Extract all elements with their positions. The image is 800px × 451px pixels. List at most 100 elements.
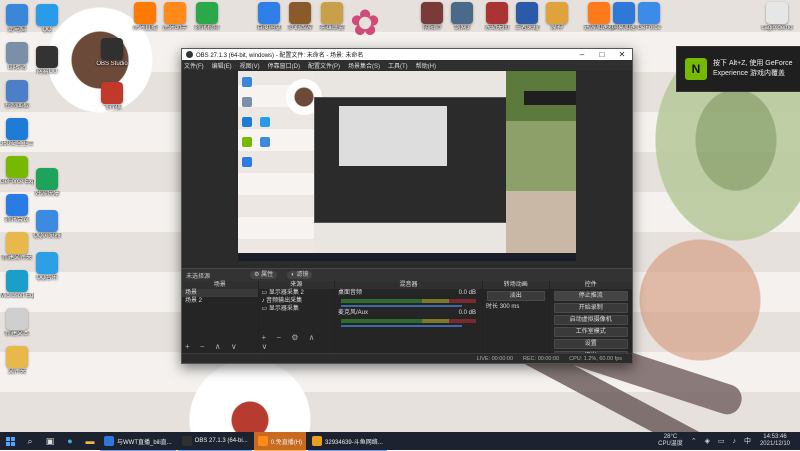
control-button[interactable]: 设置 <box>553 339 629 349</box>
scenes-header: 场景 <box>182 281 258 289</box>
desktop-shortcut[interactable]: 梦幻西游 <box>283 2 317 32</box>
desktop-shortcut[interactable]: 360安全卫士 <box>0 118 34 148</box>
control-button[interactable]: 开始录制 <box>553 303 629 313</box>
shortcut-label: 虎牙直播 <box>132 25 157 31</box>
desktop-shortcut[interactable]: 腾讯视频 <box>190 2 224 32</box>
source-tools[interactable]: + − ⚙ ∧ ∨ <box>262 333 335 351</box>
taskbar-app[interactable]: 32934639-斗鱼网络... <box>308 432 387 451</box>
shield-icon <box>6 118 28 140</box>
desktop-shortcut[interactable]: 英雄联盟 <box>315 2 349 32</box>
desktop-shortcut[interactable]: 控制面板 <box>0 80 34 110</box>
desktop-shortcut[interactable]: 腾讯会议 <box>0 194 34 224</box>
menu-item[interactable]: 工具(T) <box>388 61 408 70</box>
source-item[interactable]: ▭ 显示器采集 2 <box>259 289 335 297</box>
desktop-shortcut[interactable]: 好游快爆 <box>30 168 64 198</box>
geforce-overlay-notification[interactable]: N 按下 Alt+Z, 使用 GeForce Experience 游戏内覆盖 <box>676 46 800 92</box>
transition-select[interactable]: 淡出 <box>487 291 545 301</box>
huya-icon <box>134 2 156 24</box>
shortcut-label: 控制面板 <box>4 103 29 109</box>
window-title: OBS 27.1.3 (64-bit, windows) - 配置文件: 未命名… <box>196 53 364 59</box>
desktop-shortcut[interactable]: 新建文本 <box>0 308 34 338</box>
tray-icons[interactable]: ⌃ ◈ ▭ ♪ 中 <box>691 436 754 446</box>
desktop-shortcut[interactable]: 飞行棋 <box>95 82 129 112</box>
desktop-shortcut[interactable]: QQ <box>30 4 64 34</box>
control-button[interactable]: 工作室模式 <box>553 327 629 337</box>
controls-dock: 控件 停止推流开始录制启动虚拟摄像机工作室模式设置退出 <box>549 281 633 361</box>
volume-slider[interactable] <box>341 325 463 327</box>
menu-item[interactable]: 视图(V) <box>240 61 260 70</box>
source-item[interactable]: ▭ 显示器采集 <box>259 305 335 313</box>
taskbar-app[interactable]: OBS 27.1.3 (64-bi... <box>177 432 252 451</box>
desktop-shortcut[interactable]: GeForce <box>632 2 666 32</box>
desktop-shortcut[interactable]: QQ音乐 <box>30 252 64 282</box>
folder-icon <box>6 346 28 368</box>
scene-item[interactable]: 场景 2 <box>182 297 258 305</box>
desktop-shortcut[interactable]: 回收站 <box>0 42 34 72</box>
control-button[interactable]: 启动虚拟摄像机 <box>553 315 629 325</box>
desktop-shortcut[interactable]: 阴阳师 <box>415 2 449 32</box>
desktop-shortcut[interactable]: 原神 <box>540 2 574 32</box>
control-button[interactable]: 停止推流 <box>553 291 629 301</box>
desktop-shortcut[interactable]: 此电脑 <box>0 4 34 34</box>
obs-titlebar[interactable]: OBS 27.1.3 (64-bit, windows) - 配置文件: 未命名… <box>182 49 632 60</box>
filters-button[interactable]: ◐ 滤镜 <box>287 271 313 279</box>
desktop-shortcut[interactable]: GeForce Experience <box>0 156 34 186</box>
start-button[interactable] <box>0 432 20 450</box>
meeting-icon <box>6 194 28 216</box>
toast-line-2: Experience 游戏内覆盖 <box>713 70 785 77</box>
desktop-shortcut[interactable]: 虎牙直播 <box>128 2 162 32</box>
shortcut-label: OBS Studio <box>96 61 128 67</box>
shortcut-label: 原神 <box>550 25 563 31</box>
desktop-shortcut[interactable]: QQ浏览器 <box>30 210 64 240</box>
game-icon <box>36 168 58 190</box>
properties-button[interactable]: ⚙ 属性 <box>250 271 278 279</box>
app-icon <box>104 436 114 446</box>
desktop-shortcut[interactable]: 王者荣耀 <box>510 2 544 32</box>
obs-window[interactable]: OBS 27.1.3 (64-bit, windows) - 配置文件: 未命名… <box>181 48 633 364</box>
file-explorer-icon[interactable]: ▬ <box>80 432 100 450</box>
desktop-shortcut[interactable]: OBS Studio <box>95 38 129 68</box>
clock[interactable]: 14:53:46 2021/12/10 <box>760 434 790 448</box>
preview-canvas[interactable] <box>238 71 576 261</box>
desktop-shortcut[interactable]: 网易UU <box>30 46 64 76</box>
menu-item[interactable]: 配置文件(P) <box>308 61 340 70</box>
control-panel-icon <box>6 80 28 102</box>
task-view-icon[interactable]: ▣ <box>40 432 60 450</box>
desktop-shortcut[interactable]: Microsoft Edge <box>0 270 34 300</box>
edge-icon[interactable]: ● <box>60 432 80 450</box>
desktop-shortcut[interactable]: 新建文件夹 <box>0 232 34 262</box>
shortcut-label: 阴阳师 <box>422 25 441 31</box>
source-item[interactable]: ♪ 音频输出采集 <box>259 297 335 305</box>
shortcut-label: 新建文本 <box>4 331 29 337</box>
volume-slider[interactable] <box>341 305 463 307</box>
mixer-channel-name: 麦克风/Aux 0.0 dB <box>338 310 477 316</box>
desktop-shortcut[interactable]: 虎牙助手 <box>158 2 192 32</box>
preview-icon <box>242 97 252 107</box>
desktop-shortcut[interactable]: 百度网盘 <box>252 2 286 32</box>
scene-item[interactable]: 场景 <box>182 289 258 297</box>
duration-input[interactable]: 300 ms <box>500 304 520 310</box>
menu-item[interactable]: 编辑(E) <box>212 61 232 70</box>
pirate-icon <box>101 82 123 104</box>
shortcut-label: 回收站 <box>7 65 26 71</box>
taskbar-app-label: 与WWT直播_bili直... <box>117 439 172 446</box>
menu-item[interactable]: 场景集合(S) <box>348 61 380 70</box>
no-source-label: 未选择源 <box>186 273 211 280</box>
weather-widget[interactable]: 28°C CPU温度 <box>658 434 683 448</box>
menu-item[interactable]: 帮助(H) <box>416 61 436 70</box>
taskbar-app[interactable]: 与WWT直播_bili直... <box>100 432 176 451</box>
scene-tools[interactable]: + − ∧ ∨ <box>185 342 241 351</box>
maximize-button[interactable]: □ <box>592 50 612 59</box>
menu-item[interactable]: 停靠窗口(D) <box>268 61 300 70</box>
shortcut-label: 飞行棋 <box>102 105 121 111</box>
lol-icon <box>321 2 343 24</box>
desktop-shortcut[interactable]: 永劫无间 <box>480 2 514 32</box>
search-icon[interactable]: ⌕ <box>20 432 40 450</box>
minimize-button[interactable]: – <box>572 50 592 59</box>
menu-item[interactable]: 文件(F) <box>184 61 204 70</box>
desktop-shortcut[interactable]: 文件夹 <box>0 346 34 376</box>
desktop-shortcut[interactable]: cagio.demo <box>760 2 794 32</box>
close-button[interactable]: ✕ <box>612 50 632 59</box>
taskbar-app[interactable]: 0.免直播(H) <box>253 432 307 451</box>
desktop-shortcut[interactable]: 剑网3 <box>445 2 479 32</box>
